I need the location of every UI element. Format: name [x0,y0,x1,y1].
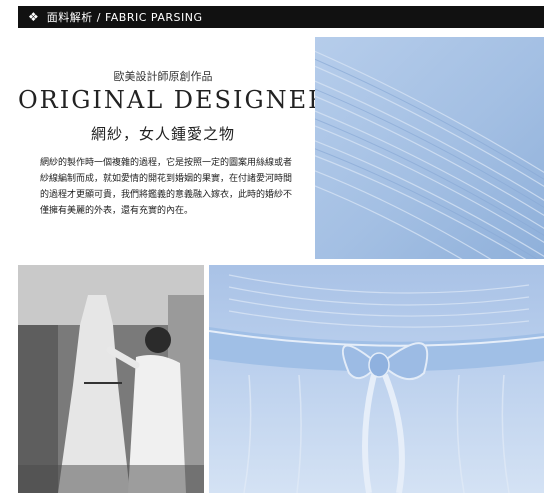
description-line: 僅擁有美麗的外表，還有充實的內在。 [40,206,194,216]
brand-heading: ORIGINAL DESIGNER [18,86,329,114]
section-title: 面料解析 / FABRIC PARSING [46,11,203,24]
fabric-closeup-photo [315,37,544,259]
dress-bow-photo [209,265,544,493]
designer-studio-photo [18,265,204,493]
description-line: 網紗的製作時一個複雜的過程，它是按照一定的圖案用絲線或者 [40,158,293,168]
description-line: 的過程才更顯可貴，我們將鑑義的意義融入嫁衣，此時的婚紗不 [40,190,293,200]
designer-subtitle: 歐美設計師原創作品 [113,70,213,83]
four-diamond-icon: ❖ [28,10,39,24]
section-header: ❖ 面料解析 / FABRIC PARSING [18,6,544,28]
description-paragraph: 網紗的製作時一個複雜的過程，它是按照一定的圖案用絲線或者 紗線編制而成，就如愛情… [40,155,302,219]
slogan: 網紗，女人鍾愛之物 [90,125,235,143]
description-line: 紗線編制而成，就如愛情的開花到婚姻的果實，在付諸愛河時間 [40,174,293,184]
